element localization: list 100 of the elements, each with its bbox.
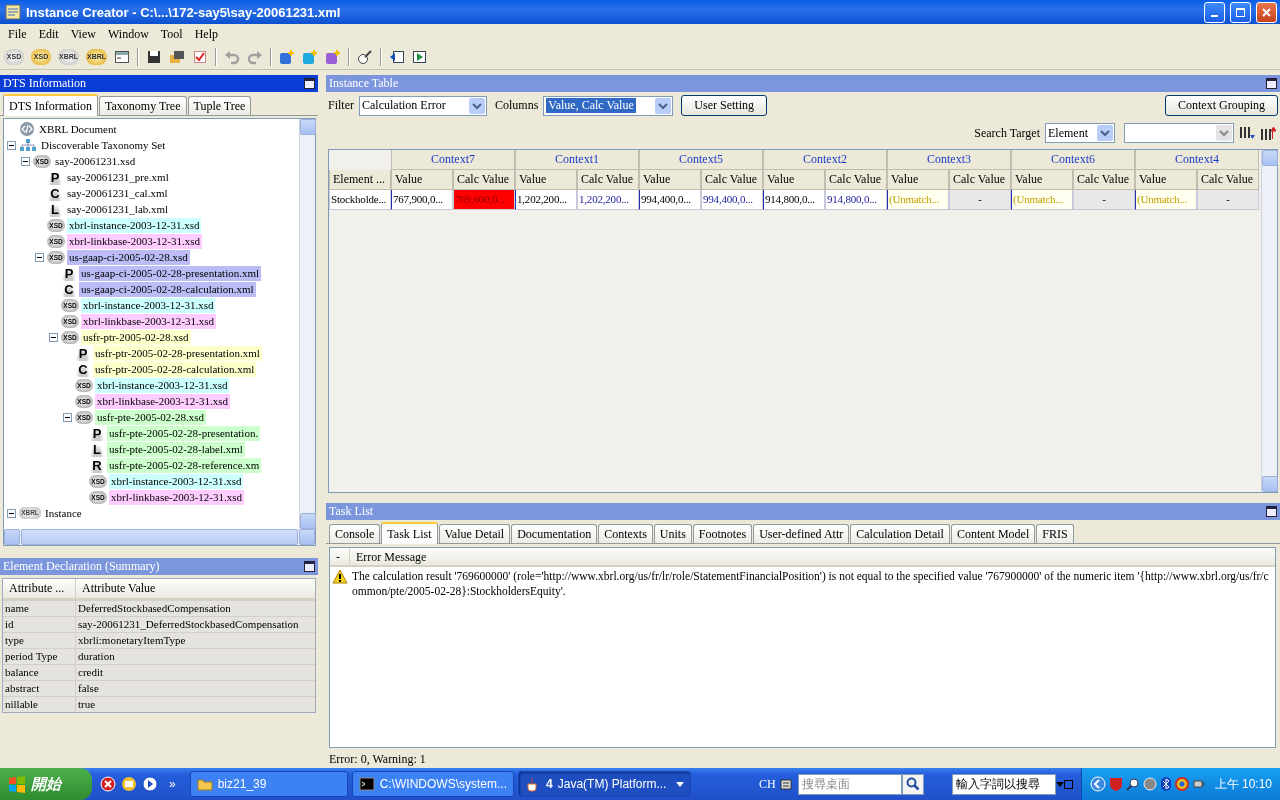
tree-item[interactable]: say-20061231_lab.xml [65, 201, 171, 217]
bluetooth-icon[interactable] [1159, 776, 1172, 792]
column-header[interactable]: Context4 [1135, 150, 1259, 170]
media-play-icon[interactable] [142, 776, 158, 792]
column-header[interactable]: Context5 [639, 150, 763, 170]
search-target-dropdown[interactable]: Element [1045, 123, 1115, 143]
tree-item[interactable]: XBRL Document [37, 121, 119, 137]
column-header[interactable]: Error Message [350, 548, 1275, 565]
browser-icon[interactable] [1174, 777, 1189, 791]
tab[interactable]: FRIS [1036, 524, 1074, 543]
expand-toggle[interactable] [21, 156, 30, 166]
tab[interactable]: Units [653, 524, 692, 543]
tab[interactable]: Contexts [598, 524, 653, 543]
column-header[interactable]: Context2 [763, 150, 887, 170]
clock[interactable]: 上午 10:10 [1214, 775, 1272, 793]
columns-dropdown[interactable]: Value, Calc Value [543, 95, 674, 116]
search-field[interactable]: 輸入字詞以搜尋 [951, 773, 1056, 795]
tree-item[interactable]: xbrl-instance-2003-12-31.xsd [81, 297, 216, 313]
tab[interactable]: Calculation Detail [850, 524, 950, 543]
tab[interactable]: Documentation [511, 524, 598, 543]
tab[interactable]: Taxonomy Tree [99, 96, 187, 115]
menu-item[interactable]: Help [188, 26, 224, 42]
tab[interactable]: Console [329, 524, 381, 543]
tree-item[interactable]: usfr-ptr-2005-02-28-presentation.xml [93, 345, 262, 361]
close-button[interactable] [1256, 1, 1277, 23]
column-header[interactable]: Value [391, 170, 453, 190]
tree-item[interactable]: say-20061231_pre.xml [65, 169, 171, 185]
expand-toggle[interactable] [63, 412, 72, 422]
expand-toggle[interactable] [7, 140, 16, 150]
column-header[interactable]: Attribute ... [3, 579, 75, 600]
column-header[interactable]: Calc Value [701, 170, 763, 190]
tree-item[interactable]: us-gaap-ci-2005-02-28-calculation.xml [79, 281, 256, 297]
column-header[interactable]: Calc Value [577, 170, 639, 190]
column-header[interactable]: Context6 [1011, 150, 1135, 170]
tab[interactable]: Task List [381, 522, 438, 544]
column-header[interactable]: Calc Value [825, 170, 887, 190]
tab[interactable]: Content Model [950, 524, 1036, 543]
sort-down-icon[interactable] [1239, 125, 1255, 141]
add-icon[interactable] [325, 48, 342, 65]
tab[interactable]: DTS Information [3, 94, 98, 116]
maximize-button[interactable] [1230, 1, 1251, 23]
add-icon[interactable] [279, 48, 296, 65]
plug-icon[interactable] [1191, 777, 1206, 791]
search-field[interactable] [1124, 123, 1234, 143]
tab[interactable]: User-defined Attr [753, 524, 850, 543]
column-header[interactable]: Value [1135, 170, 1197, 190]
column-header[interactable]: Value [887, 170, 949, 190]
column-header[interactable]: Value [763, 170, 825, 190]
more-button[interactable]: » [163, 777, 182, 791]
column-header[interactable]: - [330, 548, 350, 565]
sort-up-icon[interactable] [1260, 125, 1276, 141]
keyboard-icon[interactable] [779, 777, 792, 791]
checklist-icon[interactable] [192, 48, 209, 65]
restore-icon[interactable] [1063, 779, 1073, 789]
column-header[interactable]: Attribute Value [76, 579, 315, 600]
tool-icon[interactable] [357, 48, 374, 65]
menu-item[interactable]: Window [101, 26, 155, 42]
tree-item[interactable]: say-20061231_cal.xml [65, 185, 170, 201]
context-grouping-button[interactable]: Context Grouping [1165, 95, 1278, 116]
tree-item[interactable]: us-gaap-ci-2005-02-28-presentation.xml [79, 265, 262, 281]
tree-item[interactable]: xbrl-instance-2003-12-31.xsd [67, 217, 202, 233]
column-header[interactable]: Calc Value [949, 170, 1011, 190]
tree-item[interactable]: xbrl-linkbase-2003-12-31.xsd [67, 233, 203, 249]
column-header[interactable]: Element ... [329, 170, 391, 190]
menu-item[interactable]: Edit [32, 26, 65, 42]
tree-item[interactable]: usfr-ptr-2005-02-28-calculation.xml [93, 361, 257, 377]
tree-item[interactable]: say-20061231.xsd [53, 153, 138, 169]
horizontal-scrollbar[interactable] [4, 529, 315, 545]
tab[interactable]: Value Detail [438, 524, 511, 543]
vertical-scrollbar[interactable] [1261, 150, 1277, 492]
tree-item[interactable]: usfr-pte-2005-02-28-label.xml [107, 441, 245, 457]
tree-item[interactable]: xbrl-instance-2003-12-31.xsd [109, 473, 244, 489]
menu-item[interactable]: Tool [154, 26, 189, 42]
menu-item[interactable]: File [2, 26, 33, 42]
tree-item[interactable]: xbrl-linkbase-2003-12-31.xsd [81, 313, 217, 329]
folders-icon[interactable] [169, 48, 186, 65]
column-header[interactable]: Calc Value [1073, 170, 1135, 190]
column-header[interactable]: Calc Value [453, 170, 515, 190]
tab[interactable]: Footnotes [692, 524, 753, 543]
column-header[interactable]: Context7 [391, 150, 515, 170]
filter-dropdown[interactable]: Calculation Error [359, 95, 487, 116]
maximize-icon[interactable] [304, 78, 315, 89]
stop-icon[interactable] [100, 776, 116, 792]
expand-toggle[interactable] [7, 508, 16, 518]
tree-item[interactable]: usfr-pte-2005-02-28.xsd [95, 409, 206, 425]
menu-item[interactable]: View [64, 26, 102, 42]
maximize-icon[interactable] [1266, 506, 1277, 517]
magnifier-icon[interactable] [1125, 777, 1140, 791]
tree-item[interactable]: Discoverable Taxonomy Set [39, 137, 168, 153]
mail-icon[interactable] [121, 776, 137, 792]
maximize-icon[interactable] [304, 561, 315, 572]
window-icon[interactable] [114, 48, 131, 65]
panel-right-icon[interactable] [412, 48, 429, 65]
user-setting-button[interactable]: User Setting [681, 95, 767, 116]
tree-item[interactable]: usfr-ptr-2005-02-28.xsd [81, 329, 191, 345]
tree-item[interactable]: us-gaap-ci-2005-02-28.xsd [67, 249, 190, 265]
minimize-button[interactable] [1204, 1, 1225, 23]
column-header[interactable]: Value [515, 170, 577, 190]
tree-item[interactable]: usfr-pte-2005-02-28-presentation. [107, 425, 261, 441]
vertical-scrollbar[interactable] [299, 119, 315, 529]
